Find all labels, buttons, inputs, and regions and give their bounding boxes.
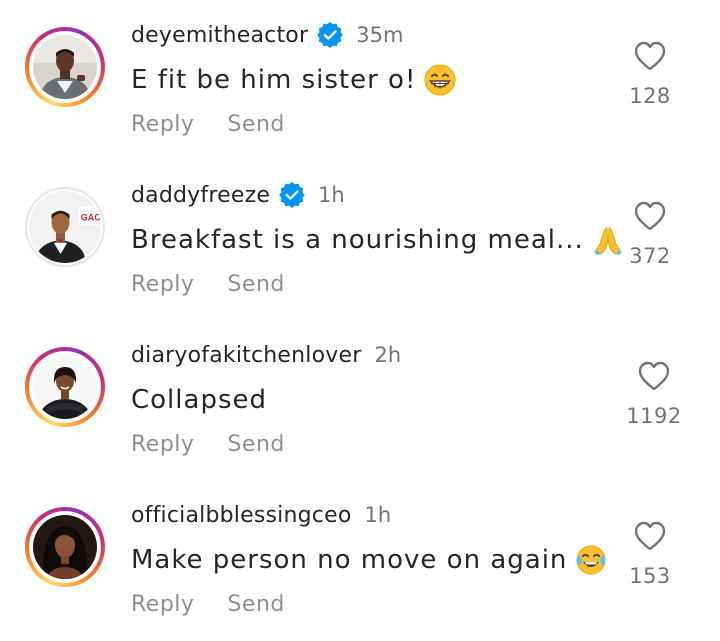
heart-icon[interactable] [637, 360, 671, 392]
verified-badge-icon [279, 182, 305, 208]
send-button[interactable]: Send [227, 432, 284, 457]
comment-timestamp: 2h [374, 343, 402, 367]
like-count: 372 [629, 244, 671, 268]
comment-text: Make person no move on again [131, 545, 568, 575]
reply-button[interactable]: Reply [131, 112, 194, 137]
comment-item-3: diaryofakitchenlover 2h Collapsed Reply … [0, 320, 720, 480]
avatar: GAC [29, 191, 101, 263]
avatar-photo [33, 355, 97, 419]
send-button[interactable]: Send [227, 592, 284, 617]
comment-item-4: officialbblessingceo 1h Make person no m… [0, 480, 720, 640]
comment-item-1: deyemitheactor 35m E fit be him sister o… [0, 0, 720, 160]
face-with-tears-of-joy-emoji-icon [575, 544, 607, 576]
comment-timestamp: 1h [364, 503, 392, 527]
comment-text-row: E fit be him sister o! [131, 60, 456, 100]
send-button[interactable]: Send [227, 272, 284, 297]
avatar-photo [33, 515, 97, 579]
avatar-story-ring[interactable] [25, 27, 105, 107]
comment-timestamp: 1h [318, 183, 345, 207]
avatar-photo: GAC [29, 191, 101, 263]
heart-icon[interactable] [633, 520, 667, 552]
comment-text: E fit be him sister o! [131, 65, 417, 95]
grinning-face-emoji-icon [424, 64, 456, 96]
heart-icon[interactable] [633, 200, 667, 232]
avatar [33, 35, 97, 99]
like-count: 128 [629, 84, 671, 108]
reply-button[interactable]: Reply [131, 432, 194, 457]
send-button[interactable]: Send [227, 112, 284, 137]
comment-text-row: Breakfast is a nourishing meal... [131, 220, 624, 260]
comment-text-row: Make person no move on again [131, 540, 607, 580]
comment-text: Collapsed [131, 385, 267, 415]
comment-text: Breakfast is a nourishing meal... [131, 225, 584, 255]
avatar-photo [33, 35, 97, 99]
like-count: 153 [629, 564, 671, 588]
reply-button[interactable]: Reply [131, 592, 194, 617]
reply-button[interactable]: Reply [131, 272, 194, 297]
username[interactable]: daddyfreeze [131, 183, 270, 208]
avatar-story-ring[interactable] [25, 347, 105, 427]
username[interactable]: diaryofakitchenlover [131, 343, 361, 368]
svg-text:GAC: GAC [81, 212, 101, 222]
like-count: 1192 [626, 404, 682, 428]
comment-text-row: Collapsed [131, 380, 267, 420]
username[interactable]: deyemitheactor [131, 23, 308, 48]
heart-icon[interactable] [633, 40, 667, 72]
avatar [33, 355, 97, 419]
avatar [33, 515, 97, 579]
avatar-story-ring[interactable] [25, 507, 105, 587]
avatar-ring[interactable]: GAC [25, 187, 105, 267]
comment-item-2: GAC daddyfreeze 1h Breakfast is a nouris… [0, 160, 720, 320]
username[interactable]: officialbblessingceo [131, 503, 351, 528]
comment-timestamp: 35m [356, 23, 404, 47]
verified-badge-icon [317, 22, 343, 48]
